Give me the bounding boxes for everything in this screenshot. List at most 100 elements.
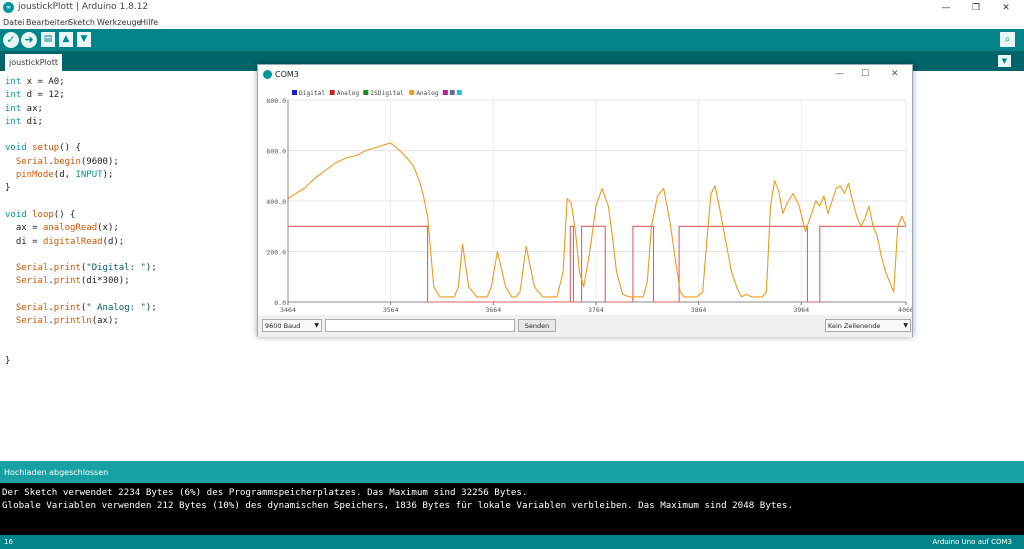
menu-werkzeuge[interactable]: Werkzeuge (97, 16, 141, 29)
code-text: int x = A0; int d = 12; int ax; int di; voi… (5, 76, 157, 369)
code-token: ); (145, 303, 157, 314)
code-line: Serial.println(ax); (5, 315, 157, 328)
code-token: d = 12; (21, 90, 65, 101)
toolbar: ✓ ➜ ▤ ▲ ▼ ⌕ (0, 29, 1024, 51)
window-title: joustickPlott | Arduino 1.8.12 (18, 2, 149, 12)
code-token: pinMode (15, 170, 54, 181)
baud-rate-value: 9600 Baud (265, 322, 301, 330)
code-token: int (5, 103, 22, 114)
serial-send-input[interactable] (325, 319, 515, 332)
y-tick-label: 600.0 (266, 148, 286, 156)
code-line: int d = 12; (5, 89, 157, 102)
window-titlebar: ∞ joustickPlott | Arduino 1.8.12 — ❐ ✕ (0, 0, 1024, 16)
code-line: Serial.print("Digital: "); (5, 262, 157, 275)
tab-joustickplott[interactable]: joustickPlott (5, 54, 62, 71)
line-number: 16 (4, 538, 13, 546)
code-token: x = A0; (21, 77, 65, 87)
legend-label: Analog (416, 90, 439, 97)
menu-datei[interactable]: Datei (3, 16, 24, 29)
code-line: } (5, 182, 157, 195)
line-ending-select[interactable]: Kein Zeilenende ▼ (825, 319, 911, 332)
code-token: ); (102, 170, 114, 181)
console-output: Der Sketch verwendet 2234 Bytes (6%) des… (0, 483, 1024, 535)
code-line: di = digitalRead(d); (5, 236, 157, 249)
serial-plotter-window: COM3 — ☐ ✕ 800.0 600.0 400.0 200.0 0.0 3464 35… (257, 64, 913, 337)
serial-plotter-title: COM3 (275, 70, 299, 79)
close-icon[interactable]: ✕ (992, 0, 1020, 16)
code-line: Serial.begin(9600); (5, 156, 157, 169)
code-token: begin (53, 156, 81, 167)
code-line: pinMode(d, INPUT); (5, 169, 157, 182)
legend-swatch (292, 90, 297, 95)
minimize-icon[interactable]: — (932, 0, 960, 16)
serial-plot-chart: 800.0600.0400.0200.00.03464 3564 3664 3764 3… (266, 90, 912, 314)
code-token: (9600); (80, 156, 119, 167)
menu-hilfe[interactable]: Hilfe (140, 16, 158, 29)
legend-swatch (329, 90, 335, 95)
code-line: void loop() { (5, 209, 157, 222)
x-tick-label: 3564 (383, 306, 399, 314)
code-token: void (5, 143, 27, 154)
code-token: Serial (15, 316, 49, 327)
console-line: Der Sketch verwendet 2234 Bytes (6%) des… (2, 487, 528, 498)
code-line: int di; (5, 116, 157, 129)
legend-label: ISDigital (370, 90, 404, 97)
code-token: () { (53, 209, 76, 220)
code-token: INPUT (75, 170, 103, 181)
close-icon[interactable]: ✕ (891, 69, 899, 79)
chevron-down-icon: ▼ (903, 322, 908, 329)
code-line: Serial.print(di*300); (5, 275, 157, 288)
code-token: loop (32, 209, 54, 220)
code-token: " Analog: " (86, 303, 146, 314)
menu-sketch[interactable]: Sketch (68, 16, 95, 29)
line-ending-value: Kein Zeilenende (828, 322, 881, 330)
open-sketch-button[interactable]: ▲ (59, 32, 73, 47)
console-line: Globale Variablen verwenden 212 Bytes (1… (2, 500, 793, 511)
tab-menu-icon[interactable]: ▼ (998, 55, 1011, 67)
menu-bearbeiten[interactable]: Bearbeiten (26, 16, 70, 29)
arduino-icon (263, 70, 272, 79)
code-line: void setup() { (5, 142, 157, 155)
y-tick-label: 400.0 (266, 198, 286, 206)
serial-monitor-button[interactable]: ⌕ (1000, 32, 1015, 47)
legend-swatch (449, 90, 455, 95)
x-tick-label: 3464 (280, 306, 296, 314)
verify-button[interactable]: ✓ (3, 32, 19, 48)
x-tick-label: 3964 (793, 306, 809, 314)
legend-swatch (442, 90, 448, 95)
code-line: ax = analogRead(x); (5, 222, 157, 235)
x-tick-label: 3864 (691, 306, 707, 314)
new-sketch-button[interactable]: ▤ (41, 32, 55, 47)
code-token: di; (21, 116, 43, 127)
code-token: digitalRead (42, 236, 103, 247)
code-token: Serial (15, 156, 49, 167)
send-button[interactable]: Senden (518, 319, 556, 332)
code-token: ); (145, 263, 157, 274)
save-sketch-button[interactable]: ▼ (77, 32, 91, 47)
code-token: (d); (102, 236, 125, 247)
legend-swatch (409, 90, 415, 95)
menu-bar: Datei Bearbeiten Sketch Werkzeuge Hilfe (0, 16, 1024, 29)
series-line-1 (287, 142, 907, 298)
maximize-icon[interactable]: ❐ (962, 0, 990, 16)
x-tick-label: 3764 (588, 306, 604, 314)
code-line: Serial.print(" Analog: "); (5, 302, 157, 315)
upload-button[interactable]: ➜ (21, 32, 37, 48)
series-line-0 (288, 225, 906, 303)
minimize-icon[interactable]: — (835, 69, 844, 79)
code-token: int (5, 116, 22, 127)
code-token: (di*300); (80, 276, 130, 287)
x-tick-label: 3664 (485, 306, 501, 314)
baud-rate-select[interactable]: 9600 Baud ▼ (262, 319, 322, 332)
serial-plotter-controls: 9600 Baud ▼ Senden Kein Zeilenende ▼ (258, 315, 912, 337)
code-line: } (5, 355, 157, 368)
code-token: (ax); (91, 316, 119, 327)
maximize-icon[interactable]: ☐ (861, 69, 869, 79)
code-token: Serial (15, 303, 49, 314)
